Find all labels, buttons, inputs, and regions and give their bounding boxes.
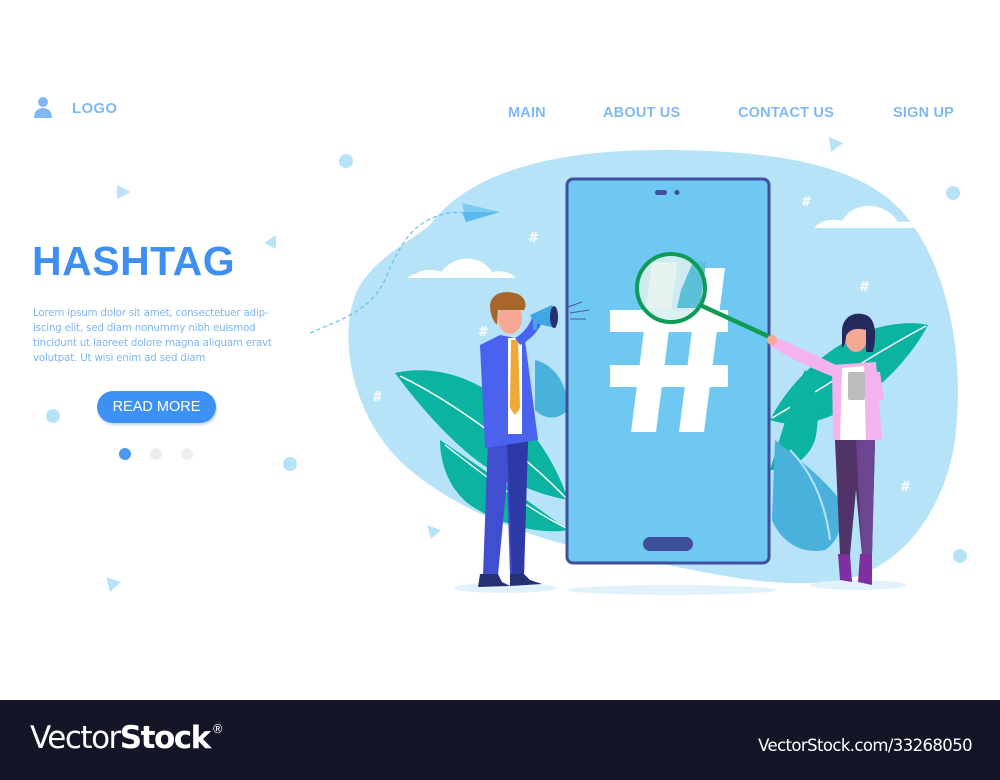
phone-home-button (643, 537, 693, 551)
carousel-dot-3[interactable] (181, 448, 193, 460)
hashtag-icon: # (859, 280, 870, 295)
decor-circle (339, 154, 353, 168)
phone-speaker (655, 190, 667, 195)
decor-triangle (106, 577, 121, 592)
decor-circle (283, 457, 297, 471)
hashtag-icon: # (478, 325, 489, 340)
footer-url: VectorStock.com/33268050 (758, 736, 972, 755)
landing-page: # # # # # # LOGO MAIN ABOUT US CONTACT U… (0, 0, 1000, 700)
phone-camera (674, 190, 680, 195)
registered-mark: ® (211, 722, 224, 736)
brand-thin: Vector (30, 720, 121, 756)
decor-circle (946, 186, 960, 200)
read-more-button[interactable]: READ MORE (97, 391, 216, 423)
nav-item-contact-us[interactable]: CONTACT US (738, 105, 834, 121)
hero-title: HASHTAG (32, 238, 236, 284)
carousel-indicators (119, 448, 193, 460)
main-nav: MAIN ABOUT US CONTACT US SIGN UP (0, 105, 1000, 125)
footer-brand: VectorStock ® (30, 720, 224, 756)
decor-triangle (264, 235, 276, 249)
carousel-dot-2[interactable] (150, 448, 162, 460)
hero-description: Lorem ipsum dolor sit amet, consectetuer… (33, 308, 272, 364)
hashtag-icon: # (372, 390, 383, 405)
footer-watermark: VectorStock ® VectorStock.com/33268050 (0, 700, 1000, 780)
hashtag-icon: # (528, 231, 539, 246)
decor-triangle (829, 137, 843, 152)
brand-bold: Stock (119, 720, 211, 756)
nav-item-main[interactable]: MAIN (508, 105, 546, 121)
decor-triangle (427, 525, 441, 539)
decor-circle (46, 409, 60, 423)
carousel-dot-1[interactable] (119, 448, 131, 460)
ground-shadow (810, 580, 906, 590)
nav-item-sign-up[interactable]: SIGN UP (893, 105, 954, 121)
nav-item-about-us[interactable]: ABOUT US (603, 105, 680, 121)
hashtag-icon: # (801, 195, 812, 210)
hashtag-icon: # (900, 480, 911, 495)
decor-circle (953, 549, 967, 563)
decor-triangle (117, 185, 131, 199)
ground-shadow (567, 585, 777, 595)
